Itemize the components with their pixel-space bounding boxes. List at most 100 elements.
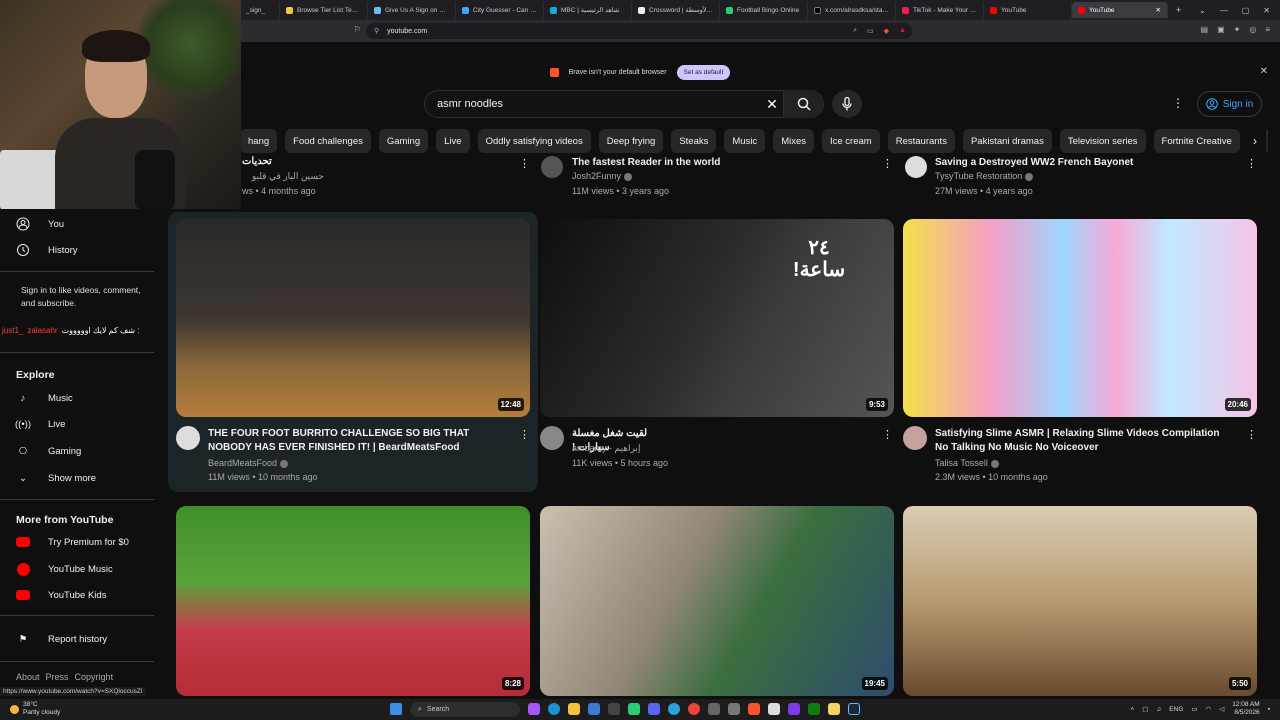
app-icon[interactable] — [728, 703, 740, 715]
sidebar-toggle-icon[interactable]: ▤ — [1201, 25, 1209, 34]
maximize-icon[interactable]: ▢ — [1242, 6, 1250, 15]
browser-tab[interactable]: Crossword | لغز الأوسطة — [632, 2, 720, 18]
browser-tab[interactable]: Football Bingo Online — [720, 2, 808, 18]
extensions-icon[interactable]: ✦ — [1234, 25, 1241, 34]
bookmark-icon[interactable]: ⚐ — [354, 25, 361, 34]
sidebar-item-live[interactable]: ((•)) Live — [15, 414, 65, 434]
rewards-icon[interactable]: ▲ — [899, 27, 906, 35]
channel-avatar[interactable] — [903, 426, 927, 450]
zoom-icon[interactable]: ⌕ — [853, 27, 857, 35]
more-actions-icon[interactable]: ⋮ — [882, 157, 893, 170]
more-actions-icon[interactable]: ⋮ — [1246, 157, 1257, 170]
chip[interactable]: Television series — [1059, 129, 1146, 153]
video-title[interactable]: THE FOUR FOOT BURRITO CHALLENGE SO BIG T… — [208, 427, 508, 455]
chevron-right-icon[interactable]: › — [1244, 129, 1266, 153]
brave-icon[interactable] — [748, 703, 760, 715]
sidebar-item-show-more[interactable]: ⌄ Show more — [16, 468, 96, 488]
language-indicator[interactable]: ENG — [1169, 706, 1183, 713]
app-icon[interactable] — [708, 703, 720, 715]
more-actions-icon[interactable]: ⋮ — [1246, 428, 1257, 441]
wallet-icon[interactable]: ▣ — [1217, 25, 1225, 34]
browser-tab[interactable]: YouTube — [984, 2, 1072, 18]
sidebar-item-kids[interactable]: YouTube Kids — [16, 585, 106, 605]
sidebar-item-gaming[interactable]: ⎔ Gaming — [16, 441, 81, 461]
address-bar[interactable]: ⚲ youtube.com ⌕ ▭ ◆ ▲ — [366, 23, 912, 39]
speaker-icon[interactable]: ◁ — [1219, 705, 1224, 713]
chip[interactable]: Restaurants — [887, 129, 955, 153]
minimize-icon[interactable]: — — [1220, 6, 1228, 15]
notification-icon[interactable]: ▪ — [1268, 706, 1270, 713]
folder-icon[interactable] — [568, 703, 580, 715]
video-thumbnail[interactable]: 19:45 — [540, 506, 894, 696]
video-thumbnail[interactable]: 20:46 — [903, 219, 1257, 417]
settings-more-icon[interactable]: ⋮ — [1172, 96, 1184, 110]
browser-tab[interactable]: Browse Tier List Templa — [280, 2, 368, 18]
app-icon[interactable] — [608, 703, 620, 715]
app-icon[interactable] — [768, 703, 780, 715]
wifi-icon[interactable]: ◠ — [1206, 705, 1212, 713]
site-info-icon[interactable]: ⚲ — [374, 27, 379, 35]
channel-name[interactable]: BeardMeatsFood — [208, 458, 289, 468]
sidebar-item-you[interactable]: You — [16, 214, 64, 234]
browser-tab[interactable]: TikTok - Make Your Day — [896, 2, 984, 18]
set-default-button[interactable]: Set as default — [676, 64, 731, 80]
close-icon[interactable]: ✕ — [1260, 66, 1268, 77]
telegram-icon[interactable] — [668, 703, 680, 715]
video-title[interactable]: The fastest Reader in the world — [572, 156, 872, 170]
video-title[interactable]: Satisfying Slime ASMR | Relaxing Slime V… — [935, 427, 1235, 455]
sign-in-button[interactable]: Sign in — [1197, 91, 1262, 117]
chip[interactable]: Live — [436, 129, 470, 153]
app-icon[interactable] — [788, 703, 800, 715]
xbox-icon[interactable] — [808, 703, 820, 715]
video-thumbnail[interactable]: ٢٤ ساعة! 9:53 — [540, 219, 894, 417]
clock[interactable]: 12:08 AM 8/5/2026 — [1232, 701, 1259, 717]
tab-search-icon[interactable]: ⌄ — [1199, 6, 1206, 15]
app-icon[interactable] — [828, 703, 840, 715]
channel-name[interactable]: Josh2Funny — [572, 171, 633, 181]
browser-tab[interactable]: City Guesser - Can you — [456, 2, 544, 18]
channel-name[interactable]: TysyTube Restoration — [935, 171, 1034, 181]
channel-name[interactable]: حسين البار في قلبو — [244, 171, 324, 182]
video-thumbnail[interactable]: 12:48 — [176, 219, 530, 417]
voice-search-button[interactable] — [832, 90, 862, 118]
battery-icon[interactable]: ▭ — [1191, 705, 1197, 713]
browser-tab-active[interactable]: YouTube ✕ — [1072, 2, 1168, 18]
chip[interactable]: Steaks — [671, 129, 717, 153]
new-tab-button[interactable]: + — [1168, 5, 1189, 15]
brave-shield-icon[interactable]: ◆ — [884, 27, 889, 35]
more-actions-icon[interactable]: ⋮ — [882, 428, 893, 441]
search-input[interactable]: asmr noodles — [425, 98, 761, 110]
close-tab-icon[interactable]: ✕ — [1156, 6, 1161, 14]
browser-tab[interactable]: Give Us A Sign on Steam — [368, 2, 456, 18]
weather-widget[interactable]: 38°C Partly cloudy — [10, 701, 60, 717]
channel-name[interactable]: ambamy - إبراهيم — [572, 443, 640, 454]
notepad-icon[interactable] — [588, 703, 600, 715]
channel-avatar[interactable] — [176, 426, 200, 450]
windows-start-icon[interactable] — [390, 703, 402, 715]
channel-avatar[interactable] — [540, 426, 564, 450]
chip[interactable]: Mixes — [773, 129, 814, 153]
cast-icon[interactable]: ▭ — [867, 27, 874, 35]
discord-icon[interactable] — [648, 703, 660, 715]
steam-icon[interactable] — [848, 703, 860, 715]
app-icon[interactable] — [628, 703, 640, 715]
sidebar-item-music-app[interactable]: YouTube Music — [16, 559, 113, 579]
footer-link[interactable]: Copyright — [75, 672, 114, 682]
menu-icon[interactable]: ≡ — [1265, 25, 1270, 34]
volume-icon[interactable]: ♫ — [1156, 706, 1161, 713]
close-window-icon[interactable]: ✕ — [1263, 6, 1270, 15]
more-actions-icon[interactable]: ⋮ — [519, 428, 530, 441]
tray-icon[interactable]: ▢ — [1142, 705, 1148, 713]
more-actions-icon[interactable]: ⋮ — [519, 157, 530, 170]
chip[interactable]: hang — [240, 129, 278, 153]
sidebar-item-premium[interactable]: Try Premium for $0 — [16, 532, 129, 552]
browser-tab[interactable]: x.com/alrasdksa/status/ — [808, 2, 896, 18]
chip[interactable]: Ice cream — [822, 129, 880, 153]
browser-tab[interactable]: MBC | شاهد الرئيسية — [544, 2, 632, 18]
chip[interactable]: Deep frying — [598, 129, 664, 153]
chip[interactable]: Food challenges — [285, 129, 371, 153]
sidebar-item-report[interactable]: ⚑ Report history — [16, 629, 107, 649]
chrome-icon[interactable] — [688, 703, 700, 715]
chip[interactable]: Oddly satisfying videos — [477, 129, 591, 153]
edge-icon[interactable] — [548, 703, 560, 715]
